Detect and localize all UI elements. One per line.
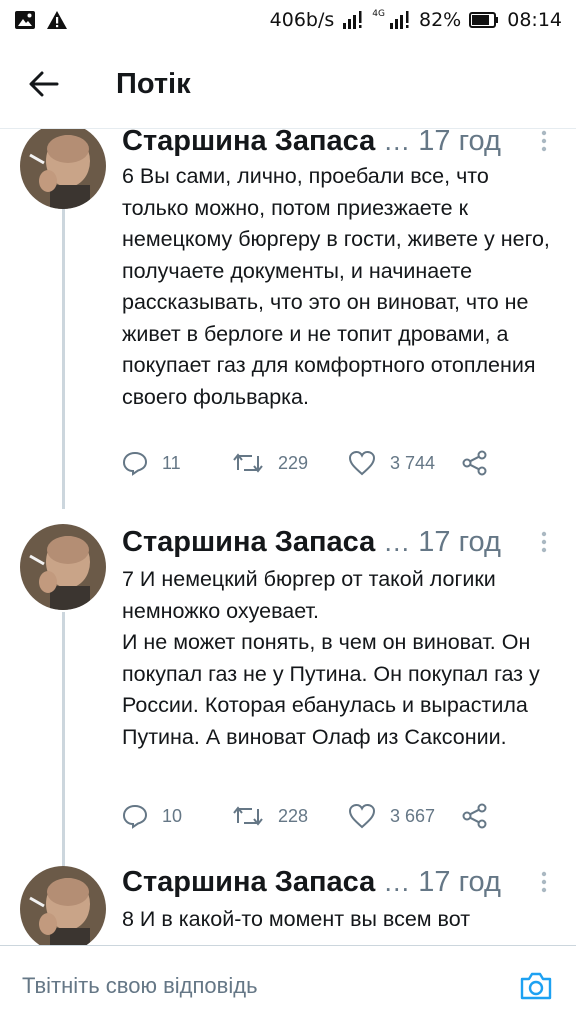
retweet-button[interactable]: 228 [232,798,308,834]
retweet-icon [233,453,263,473]
tweet-actions: 10 228 3 667 [122,798,522,834]
tweet-text: 7 И немецкий бюргер от такой логики немн… [122,564,552,753]
author-name[interactable]: Старшина Запаса [122,129,375,158]
truncation-dots: … [383,526,411,557]
reply-button[interactable]: 10 [122,798,182,834]
more-options-button[interactable] [534,129,554,156]
battery-icon [469,12,499,28]
truncation-dots: … [383,129,411,156]
tweet-paragraph: 6 Вы сами, лично, проебали все, что толь… [122,164,550,409]
status-bar: 406b/s 4G 82% 08:14 [0,0,576,40]
clock: 08:14 [507,9,562,31]
heart-icon [348,450,376,476]
tweet-paragraph: И не может понять, в чем он виноват. Он … [122,630,540,749]
signal-icon [343,11,362,29]
share-button[interactable] [462,445,488,481]
thread-connector [62,612,65,874]
back-button[interactable] [14,54,74,114]
like-count: 3 667 [390,805,436,826]
retweet-button[interactable]: 229 [232,445,308,481]
page-title: Потік [116,67,191,100]
app-header: Потік [0,40,576,129]
camera-icon [520,972,552,999]
like-button[interactable]: 3 744 [348,445,435,481]
tweet-time[interactable]: 17 год [418,866,501,899]
share-button[interactable] [462,798,488,834]
tweet-paragraph: 8 И в какой-то момент вы всем вот [122,907,471,931]
avatar-image [20,866,106,945]
reply-count: 10 [162,805,183,826]
tweet-text: 8 И в какой-то момент вы всем вот [122,904,552,936]
tweet[interactable]: Старшина Запаса … 17 год 8 И в какой-то … [0,856,576,945]
camera-button[interactable] [516,966,556,1006]
network-type: 4G [372,9,385,19]
thread-connector [62,209,65,509]
battery-percent: 82% [419,9,462,31]
author-name[interactable]: Старшина Запаса [122,526,375,559]
more-vertical-icon [541,130,547,152]
like-count: 3 744 [390,452,436,473]
reply-icon [122,451,148,476]
avatar-image [20,524,106,610]
reply-count: 11 [162,452,181,473]
network-speed: 406b/s [269,9,335,31]
tweet-time[interactable]: 17 год [418,526,501,559]
thread-feed[interactable]: Старшина Запаса … 17 год 6 Вы сами, личн… [0,129,576,945]
avatar[interactable] [20,524,106,610]
share-icon [462,803,487,829]
gallery-notification-icon [15,11,35,29]
retweet-icon [233,806,263,826]
reply-icon [122,804,148,829]
more-options-button[interactable] [534,527,554,557]
tweet[interactable]: Старшина Запаса … 17 год 6 Вы сами, личн… [0,129,576,509]
tweet-time[interactable]: 17 год [418,129,501,158]
signal-4g-icon [390,11,409,29]
more-vertical-icon [541,871,547,893]
like-button[interactable]: 3 667 [348,798,435,834]
reply-bar: Твітніть свою відповідь [0,945,576,1025]
more-vertical-icon [541,531,547,553]
tweet-text: 6 Вы сами, лично, проебали все, что толь… [122,161,552,413]
avatar[interactable] [20,866,106,945]
more-options-button[interactable] [534,867,554,897]
tweet-actions: 11 229 3 744 [122,445,522,481]
author-name[interactable]: Старшина Запаса [122,866,375,899]
heart-icon [348,803,376,829]
tweet[interactable]: Старшина Запаса … 17 год 7 И немецкий бю… [0,516,576,874]
tweet-paragraph: 7 И немецкий бюргер от такой логики немн… [122,567,496,623]
reply-input[interactable]: Твітніть свою відповідь [22,973,516,999]
avatar-image [20,129,106,209]
truncation-dots: … [383,866,411,897]
share-icon [462,450,487,476]
reply-button[interactable]: 11 [122,445,181,481]
retweet-count: 229 [278,452,309,473]
retweet-count: 228 [278,805,309,826]
avatar[interactable] [20,129,106,209]
arrow-left-icon [29,71,59,97]
warning-icon [47,11,67,29]
